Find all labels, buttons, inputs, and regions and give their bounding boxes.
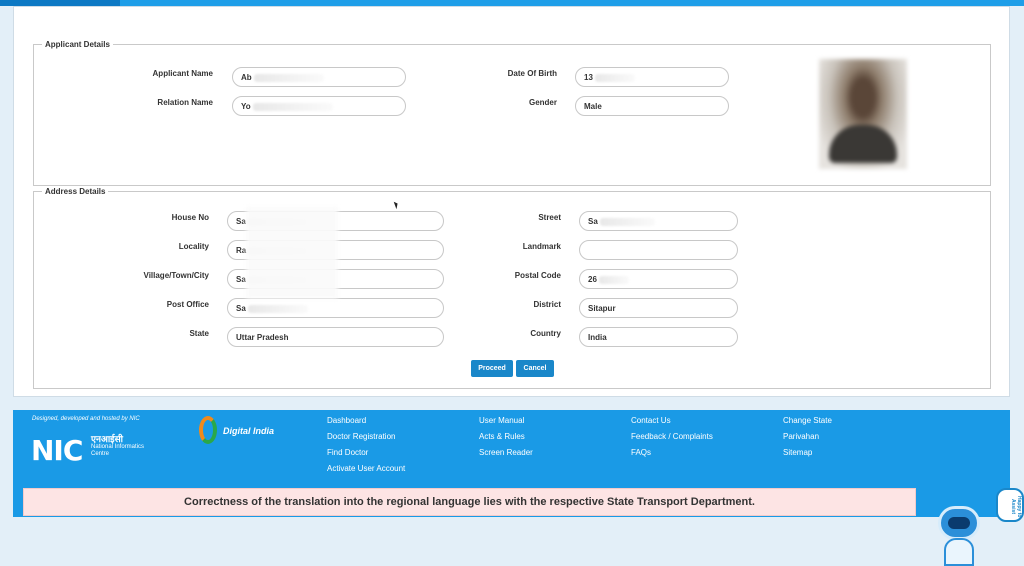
house-no-value: Sa bbox=[236, 217, 246, 226]
footer-link-sitemap[interactable]: Sitemap bbox=[783, 448, 832, 457]
landmark-field[interactable] bbox=[579, 240, 738, 260]
street-value: Sa bbox=[588, 217, 598, 226]
digital-india-text: Digital India bbox=[223, 426, 275, 436]
nic-logo[interactable]: NIC एनआईसी National Informatics Centre bbox=[31, 432, 144, 468]
nic-logo-short: NIC bbox=[31, 434, 83, 467]
redacted-blur bbox=[599, 217, 655, 226]
chatbot-bubble[interactable]: Happy to Assist bbox=[996, 488, 1024, 522]
state-label: State bbox=[189, 329, 209, 338]
footer: Designed, developed and hosted by NIC NI… bbox=[13, 410, 1010, 517]
dob-value: 13 bbox=[584, 73, 593, 82]
postal-code-field[interactable]: 26 bbox=[579, 269, 738, 289]
redacted-blur bbox=[253, 73, 324, 82]
state-value: Uttar Pradesh bbox=[236, 333, 289, 342]
form-card: Applicant Details Applicant Name Ab Rela… bbox=[13, 6, 1010, 397]
footer-link-user-manual[interactable]: User Manual bbox=[479, 416, 533, 425]
applicant-name-field[interactable]: Ab bbox=[232, 67, 406, 87]
gender-label: Gender bbox=[528, 98, 557, 107]
relation-name-label: Relation Name bbox=[157, 98, 213, 107]
village-label: Village/Town/City bbox=[143, 271, 210, 280]
footer-link-doctor-registration[interactable]: Doctor Registration bbox=[327, 432, 405, 441]
address-details-legend: Address Details bbox=[45, 187, 106, 196]
district-value: Sitapur bbox=[588, 304, 616, 313]
applicant-name-label: Applicant Name bbox=[152, 69, 213, 78]
nic-logo-full: National Informatics Centre bbox=[91, 444, 145, 457]
digital-india-icon bbox=[199, 416, 217, 444]
redacted-blur bbox=[598, 275, 629, 284]
dob-label: Date Of Birth bbox=[507, 69, 557, 78]
dob-field[interactable]: 13 bbox=[575, 67, 729, 87]
footer-link-dashboard[interactable]: Dashboard bbox=[327, 416, 405, 425]
chatbot-face bbox=[948, 517, 970, 529]
house-no-label: House No bbox=[171, 213, 209, 222]
applicant-name-value: Ab bbox=[241, 73, 252, 82]
chatbot-head-icon bbox=[938, 506, 980, 540]
redacted-blur bbox=[247, 304, 308, 313]
cancel-button[interactable]: Cancel bbox=[516, 360, 554, 377]
redaction-overlay bbox=[246, 207, 338, 299]
footer-link-change-state[interactable]: Change State bbox=[783, 416, 832, 425]
applicant-details-legend: Applicant Details bbox=[45, 40, 110, 49]
state-field[interactable]: Uttar Pradesh bbox=[227, 327, 444, 347]
country-field[interactable]: India bbox=[579, 327, 738, 347]
footer-link-parivahan[interactable]: Parivahan bbox=[783, 432, 832, 441]
post-office-value: Sa bbox=[236, 304, 246, 313]
post-office-label: Post Office bbox=[166, 300, 209, 309]
applicant-photo bbox=[819, 59, 907, 169]
footer-links-col-3: Contact Us Feedback / Complaints FAQs bbox=[631, 416, 713, 464]
village-value: Sa bbox=[236, 275, 246, 284]
digital-india-logo[interactable]: Digital India bbox=[199, 416, 299, 452]
footer-link-screen-reader[interactable]: Screen Reader bbox=[479, 448, 533, 457]
footer-link-feedback[interactable]: Feedback / Complaints bbox=[631, 432, 713, 441]
street-field[interactable]: Sa bbox=[579, 211, 738, 231]
footer-link-contact-us[interactable]: Contact Us bbox=[631, 416, 713, 425]
district-label: District bbox=[533, 300, 561, 309]
street-label: Street bbox=[538, 213, 561, 222]
redacted-blur bbox=[252, 102, 333, 111]
footer-link-activate-user-account[interactable]: Activate User Account bbox=[327, 464, 405, 473]
locality-label: Locality bbox=[178, 242, 209, 251]
postal-code-label: Postal Code bbox=[514, 271, 561, 280]
footer-link-faqs[interactable]: FAQs bbox=[631, 448, 713, 457]
relation-name-field[interactable]: Yo bbox=[232, 96, 406, 116]
postal-code-value: 26 bbox=[588, 275, 597, 284]
chatbot-body bbox=[944, 538, 974, 566]
redacted-blur bbox=[594, 73, 635, 82]
footer-links-col-1: Dashboard Doctor Registration Find Docto… bbox=[327, 416, 405, 480]
locality-value: Ra bbox=[236, 246, 247, 255]
country-label: Country bbox=[530, 329, 561, 338]
gender-field[interactable]: Male bbox=[575, 96, 729, 116]
footer-link-acts-rules[interactable]: Acts & Rules bbox=[479, 432, 533, 441]
post-office-field[interactable]: Sa bbox=[227, 298, 444, 318]
photo-subject bbox=[829, 125, 897, 163]
translation-notice: Correctness of the translation into the … bbox=[23, 488, 916, 516]
proceed-button[interactable]: Proceed bbox=[471, 360, 513, 377]
district-field[interactable]: Sitapur bbox=[579, 298, 738, 318]
footer-links-col-4: Change State Parivahan Sitemap bbox=[783, 416, 832, 464]
gender-value: Male bbox=[584, 102, 602, 111]
footer-link-find-doctor[interactable]: Find Doctor bbox=[327, 448, 405, 457]
landmark-label: Landmark bbox=[522, 242, 561, 251]
chatbot-widget[interactable]: Happy to Assist bbox=[934, 488, 1024, 566]
relation-name-value: Yo bbox=[241, 102, 251, 111]
country-value: India bbox=[588, 333, 607, 342]
footer-credit: Designed, developed and hosted by NIC bbox=[32, 416, 140, 422]
footer-links-col-2: User Manual Acts & Rules Screen Reader bbox=[479, 416, 533, 464]
